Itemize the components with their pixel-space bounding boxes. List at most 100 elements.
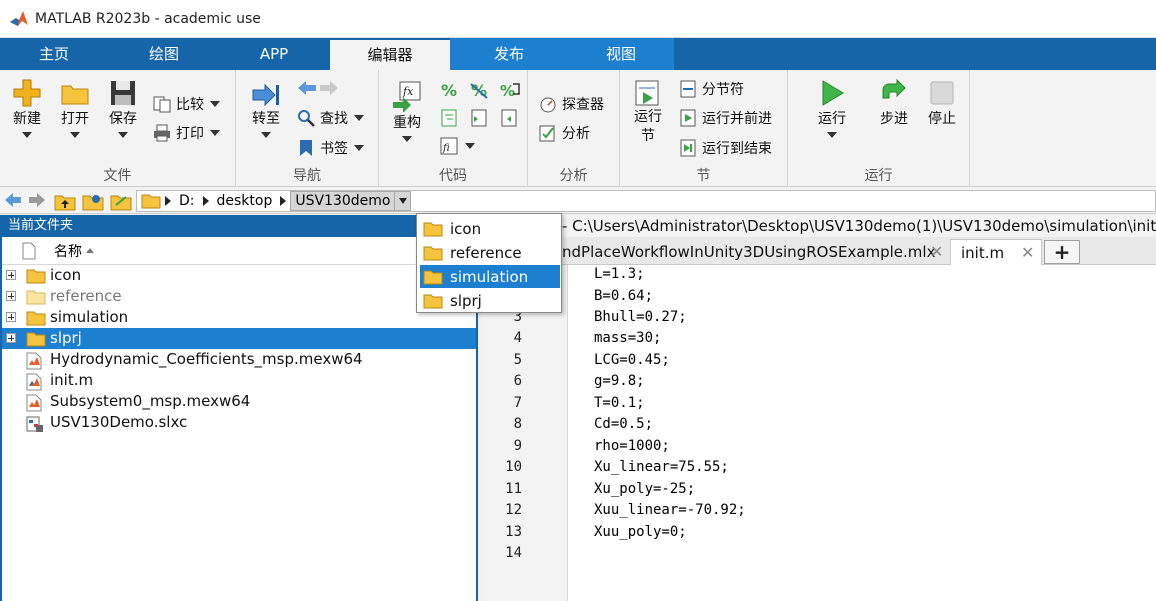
- stop-button[interactable]: 停止: [920, 78, 964, 128]
- forward-arrow-icon[interactable]: [318, 79, 340, 97]
- open-button[interactable]: 打开: [54, 78, 96, 138]
- tab-editor[interactable]: 编辑器: [330, 40, 450, 70]
- path-breadcrumb[interactable]: D: desktop USV130demo: [136, 190, 1156, 212]
- name-column-label[interactable]: 名称: [54, 241, 82, 261]
- breadcrumb-current-folder[interactable]: USV130demo: [290, 191, 396, 211]
- run-section-label: 运行节: [634, 109, 662, 144]
- run-advance-label: 运行并前进: [702, 111, 772, 127]
- expand-icon[interactable]: [6, 312, 16, 322]
- expand-icon[interactable]: [6, 291, 16, 301]
- run-to-end-button[interactable]: 运行到结束: [678, 136, 772, 160]
- indent-icon[interactable]: [469, 108, 489, 128]
- analyze-button[interactable]: 分析: [538, 121, 590, 145]
- dropdown-item-simulation[interactable]: simulation: [420, 265, 560, 288]
- code-line[interactable]: mass=30;: [594, 330, 661, 346]
- new-label: 新建: [13, 111, 41, 127]
- editor-panel: - C:\Users\Administrator\Desktop\USV130d…: [482, 215, 1156, 601]
- print-button[interactable]: 打印: [152, 121, 220, 145]
- breadcrumb-separator-icon[interactable]: [280, 196, 287, 206]
- breadcrumb-dropdown-button[interactable]: [395, 191, 412, 211]
- forward-icon[interactable]: [27, 191, 47, 209]
- code-line[interactable]: B=0.64;: [594, 288, 653, 304]
- browse-folder-icon[interactable]: [82, 191, 104, 211]
- expand-icon[interactable]: [6, 270, 16, 280]
- run-section-button[interactable]: 运行节: [626, 78, 670, 146]
- new-tab-button[interactable]: +: [1044, 240, 1080, 264]
- code-line[interactable]: L=1.3;: [594, 266, 645, 282]
- list-item[interactable]: reference: [2, 286, 476, 307]
- function-fx-button[interactable]: fi: [439, 136, 475, 156]
- column-header[interactable]: 名称: [2, 237, 476, 265]
- editor-tab-label: ndPlaceWorkflowInUnity3DUsingROSExample.…: [562, 243, 936, 261]
- new-button[interactable]: 新建: [6, 78, 48, 138]
- refactor-button[interactable]: fx 重构: [385, 80, 429, 142]
- code-line[interactable]: T=0.1;: [594, 395, 645, 411]
- list-item[interactable]: Hydrodynamic_Coefficients_msp.mexw64: [2, 349, 476, 370]
- m-file-icon: [26, 373, 42, 391]
- uncomment-percent-icon[interactable]: %: [469, 80, 491, 100]
- dropdown-item-slprj[interactable]: slprj: [420, 289, 560, 312]
- tab-apps[interactable]: APP: [220, 38, 328, 70]
- code-line[interactable]: Xu_linear=75.55;: [594, 459, 729, 475]
- editor-tab-init[interactable]: init.m ✕: [950, 239, 1042, 265]
- goto-arrow-icon: [252, 83, 279, 107]
- bookmark-button[interactable]: 书签: [296, 136, 364, 160]
- svg-text:fx: fx: [402, 85, 414, 98]
- compare-button[interactable]: 比较: [152, 92, 220, 116]
- code-line[interactable]: Xu_poly=-25;: [594, 481, 695, 497]
- run-advance-button[interactable]: 运行并前进: [678, 106, 772, 130]
- breadcrumb-drive[interactable]: D:: [175, 191, 199, 211]
- smart-indent-icon[interactable]: [439, 108, 459, 128]
- profiler-button[interactable]: 探查器: [538, 92, 604, 116]
- list-item[interactable]: USV130Demo.slxc: [2, 412, 476, 433]
- folder-icon: [423, 222, 443, 236]
- step-button[interactable]: 步进: [870, 78, 918, 128]
- tab-view[interactable]: 视图: [568, 38, 674, 70]
- close-icon[interactable]: ✕: [1021, 240, 1034, 265]
- breadcrumb-desktop[interactable]: desktop: [213, 191, 277, 211]
- up-folder-icon[interactable]: [54, 191, 76, 211]
- folder-open-icon: [61, 85, 89, 105]
- code-line[interactable]: LCG=0.45;: [594, 352, 670, 368]
- goto-button[interactable]: 转至: [244, 82, 288, 138]
- run-button[interactable]: 运行: [808, 78, 856, 138]
- code-line[interactable]: Cd=0.5;: [594, 416, 653, 432]
- back-forward-buttons[interactable]: [296, 76, 340, 100]
- expand-icon[interactable]: [6, 333, 16, 343]
- section-break-icon: [680, 80, 696, 98]
- ribbon-section-section: 运行节 分节符 运行并前进 运行到结束 节: [620, 70, 788, 187]
- ribbon-section-navigate: 转至 查找 书签 导航: [236, 70, 379, 187]
- dropdown-item-icon[interactable]: icon: [420, 217, 560, 240]
- close-icon[interactable]: ✕: [930, 239, 943, 265]
- code-line[interactable]: Bhull=0.27;: [594, 309, 687, 325]
- breadcrumb-separator-icon[interactable]: [202, 196, 209, 206]
- list-item[interactable]: simulation: [2, 307, 476, 328]
- find-button[interactable]: 查找: [296, 106, 364, 130]
- file-name: reference: [50, 287, 122, 305]
- chevron-down-icon: [118, 132, 128, 138]
- tab-publish[interactable]: 发布: [450, 38, 568, 70]
- code-area[interactable]: L=1.3; B=0.64; 3 Bhull=0.27; 4 mass=30; 5L…: [482, 265, 1156, 601]
- code-line[interactable]: g=9.8;: [594, 373, 645, 389]
- tab-home[interactable]: 主页: [0, 38, 108, 70]
- dropdown-item-reference[interactable]: reference: [420, 241, 560, 264]
- code-line[interactable]: rho=1000;: [594, 438, 670, 454]
- list-item[interactable]: Subsystem0_msp.mexw64: [2, 391, 476, 412]
- save-button[interactable]: 保存: [102, 78, 144, 138]
- wrap-comments-icon[interactable]: %: [499, 80, 521, 100]
- code-line[interactable]: Xuu_linear=-70.92;: [594, 502, 746, 518]
- back-arrow-icon[interactable]: [296, 79, 318, 97]
- outdent-icon[interactable]: [499, 108, 519, 128]
- chevron-down-icon: [22, 132, 32, 138]
- list-item[interactable]: icon: [2, 265, 476, 286]
- breadcrumb-separator-icon[interactable]: [165, 196, 171, 206]
- comment-percent-icon[interactable]: %: [439, 80, 459, 100]
- tab-plots[interactable]: 绘图: [108, 38, 220, 70]
- list-item[interactable]: slprj: [2, 328, 476, 349]
- back-icon[interactable]: [3, 191, 23, 209]
- address-toolbar: D: desktop USV130demo: [0, 188, 1156, 214]
- section-break-button[interactable]: 分节符: [678, 77, 744, 101]
- list-item[interactable]: init.m: [2, 370, 476, 391]
- code-line[interactable]: Xuu_poly=0;: [594, 524, 687, 540]
- search-folder-icon[interactable]: [110, 191, 132, 211]
